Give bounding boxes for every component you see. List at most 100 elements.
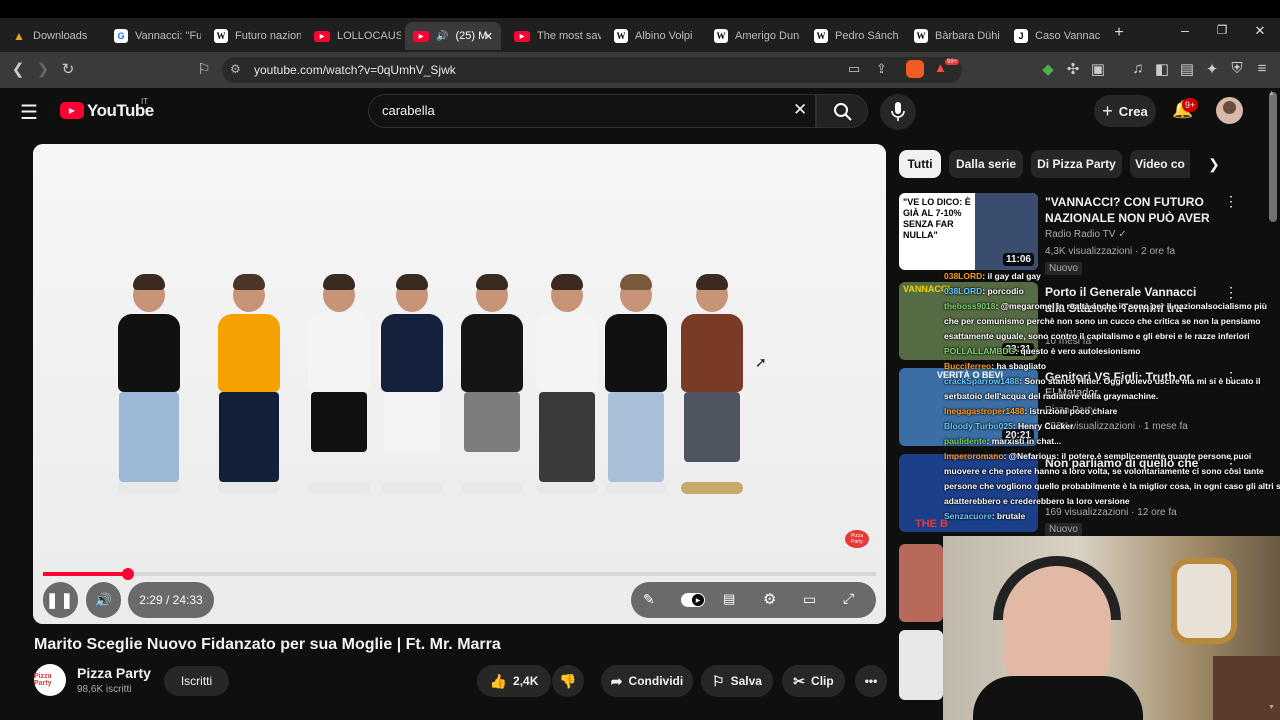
- recommendation-thumbnail[interactable]: [899, 544, 943, 622]
- share-button[interactable]: ➦ Condividi: [601, 665, 693, 697]
- chat-text: adatterebbero e crederebbero la loro ver…: [944, 496, 1130, 506]
- browser-tab[interactable]: W Pedro Sánch: [806, 22, 901, 50]
- recommendation-thumbnail[interactable]: "VE LO DICO: È GIÀ AL 7-10% SENZA FAR NU…: [899, 193, 1038, 270]
- search-input[interactable]: carabella ✕: [368, 94, 816, 128]
- hamburger-menu-icon[interactable]: ☰: [20, 100, 38, 125]
- browser-tab[interactable]: ▲ Downloads: [4, 22, 96, 50]
- search-query-text[interactable]: carabella: [382, 103, 435, 118]
- dislike-button[interactable]: 👎: [552, 665, 584, 697]
- volume-button[interactable]: 🔊: [86, 582, 121, 618]
- install-icon[interactable]: ▭: [848, 61, 860, 77]
- chat-username: lnegagastroper1488: [944, 406, 1025, 416]
- extension-icon[interactable]: ◆: [1038, 60, 1058, 78]
- more-vertical-icon[interactable]: ⋮: [1224, 193, 1238, 210]
- page-scrollbar[interactable]: [1269, 92, 1277, 222]
- recommendation-title[interactable]: "VANNACCI? CON FUTURO NAZIONALE NON PUÒ …: [1045, 194, 1215, 226]
- channel-watermark[interactable]: Pizza Party: [845, 530, 869, 548]
- subscriber-count: 98,6K iscritti: [77, 684, 132, 695]
- chat-message: Bloody Turbo025: Henry Cucker: [944, 420, 1073, 432]
- close-tab-icon[interactable]: ✕: [484, 30, 493, 43]
- browser-tab[interactable]: ▶LOLLOCAUST: [306, 22, 401, 50]
- channel-avatar[interactable]: Pizza Party: [34, 664, 66, 696]
- new-tab-icon[interactable]: +: [1109, 24, 1129, 42]
- youtube-logo-icon[interactable]: ▶: [60, 102, 84, 119]
- pause-icon: ❚❚: [45, 592, 76, 609]
- bookmark-save-icon: ⚐: [712, 672, 725, 689]
- create-button[interactable]: + Crea: [1094, 95, 1156, 127]
- screenshot-icon[interactable]: ▣: [1088, 60, 1108, 78]
- browser-tab[interactable]: ▶ The most sav: [506, 22, 601, 50]
- chat-text: : porcodio: [982, 286, 1024, 296]
- brave-shield-icon[interactable]: [906, 60, 924, 78]
- reload-icon[interactable]: ↻: [58, 60, 78, 78]
- chat-text: : ha sbagliato: [991, 361, 1047, 371]
- url-text[interactable]: youtube.com/watch?v=0qUmhV_Sjwk: [254, 63, 456, 77]
- share-icon[interactable]: ⇪: [876, 61, 887, 77]
- maximize-icon[interactable]: ❐: [1212, 23, 1232, 37]
- autoplay-toggle[interactable]: ▶: [681, 593, 705, 607]
- more-actions-button[interactable]: •••: [855, 665, 887, 697]
- browser-tab[interactable]: J Caso Vannac: [1006, 22, 1101, 50]
- voice-search-button[interactable]: [880, 94, 916, 130]
- chat-message: adatterebbero e crederebbero la loro ver…: [944, 495, 1130, 507]
- recommendation-channel[interactable]: Radio Radio TV ✓: [1045, 229, 1127, 240]
- browser-tab[interactable]: G Vannacci: "Fu: [106, 22, 201, 50]
- site-info-icon[interactable]: ⚙: [230, 62, 241, 76]
- chip-related[interactable]: Video co: [1130, 150, 1190, 178]
- back-icon[interactable]: ❮: [8, 60, 28, 78]
- chips-next-arrow-icon[interactable]: ❯: [1200, 150, 1228, 178]
- chat-message: esattamente uguale, sono contro il capit…: [944, 330, 1250, 342]
- save-button[interactable]: ⚐ Salva: [701, 665, 773, 697]
- clear-search-icon[interactable]: ✕: [793, 100, 807, 120]
- scroll-down-arrow-icon[interactable]: ▼: [1268, 704, 1275, 711]
- chat-username: crackSparrow1488: [944, 376, 1020, 386]
- video-player[interactable]: ➚ Pizza Party: [33, 144, 886, 624]
- youtube-icon: ▶: [413, 30, 429, 42]
- wallet-icon[interactable]: ▤: [1177, 60, 1197, 78]
- scrubber-handle[interactable]: [121, 568, 134, 580]
- fullscreen-icon[interactable]: ⤢: [843, 590, 854, 607]
- browser-tab-active[interactable]: ▶ 🔊 (25) M ✕: [405, 22, 501, 50]
- subtitles-icon[interactable]: ▤: [723, 591, 735, 607]
- browser-tab[interactable]: W Amerigo Dun: [706, 22, 801, 50]
- menu-icon[interactable]: ≡: [1252, 60, 1272, 77]
- browser-tab[interactable]: W Futuro nazion: [206, 22, 301, 50]
- vpn-icon[interactable]: ⛨: [1227, 60, 1247, 77]
- chat-username: 038LORD: [944, 271, 983, 281]
- pause-button[interactable]: ❚❚: [43, 582, 78, 618]
- channel-name[interactable]: Pizza Party: [77, 665, 151, 681]
- bookmark-icon[interactable]: ⚐: [194, 60, 214, 78]
- clip-button[interactable]: ✂ Clip: [782, 665, 845, 697]
- puzzle-icon[interactable]: ✣: [1063, 60, 1083, 78]
- forward-icon[interactable]: ❯: [33, 60, 53, 78]
- sidebar-icon[interactable]: ◧: [1152, 60, 1172, 78]
- progress-bar[interactable]: [43, 568, 876, 580]
- edit-pencil-icon[interactable]: ✎: [643, 591, 655, 608]
- chat-message: che per comunismo perchè non sono un cuc…: [944, 315, 1260, 327]
- chip-all[interactable]: Tutti: [899, 150, 941, 178]
- music-icon[interactable]: ♫: [1128, 60, 1148, 77]
- window-top-band: [0, 0, 1280, 18]
- chat-text: serbatoio dell'acqua del radiatore della…: [944, 391, 1159, 401]
- close-window-icon[interactable]: ✕: [1250, 23, 1270, 39]
- scroll-up-arrow-icon[interactable]: ▲: [1268, 90, 1275, 97]
- address-bar[interactable]: ⚙ youtube.com/watch?v=0qUmhV_Sjwk ▭ ⇪ ▲ …: [222, 57, 962, 83]
- settings-gear-icon[interactable]: ⚙: [763, 590, 776, 608]
- chat-username: paulidente: [944, 436, 987, 446]
- chat-message: serbatoio dell'acqua del radiatore della…: [944, 390, 1158, 402]
- browser-tab[interactable]: W Albino Volpi: [606, 22, 701, 50]
- chat-message: Imperoromano: @Nefarious: il potere è se…: [944, 450, 1251, 462]
- chat-text: : questo è vero autolesionismo: [1015, 346, 1141, 356]
- browser-tab[interactable]: W Bàrbara Dühi: [906, 22, 1001, 50]
- theater-mode-icon[interactable]: ▭: [803, 591, 816, 608]
- search-button[interactable]: [816, 94, 868, 128]
- chat-username: theboss9018: [944, 301, 996, 311]
- chip-from-series[interactable]: Dalla serie: [949, 150, 1023, 178]
- leo-icon[interactable]: ✦: [1202, 60, 1222, 78]
- minimize-icon[interactable]: –: [1175, 22, 1195, 38]
- recommendation-thumbnail[interactable]: [899, 630, 943, 700]
- like-button[interactable]: 👍 2,4K: [477, 665, 551, 697]
- account-avatar[interactable]: [1216, 97, 1243, 124]
- chip-from-channel[interactable]: Di Pizza Party: [1031, 150, 1122, 178]
- subscribed-button[interactable]: Iscritti: [164, 666, 229, 696]
